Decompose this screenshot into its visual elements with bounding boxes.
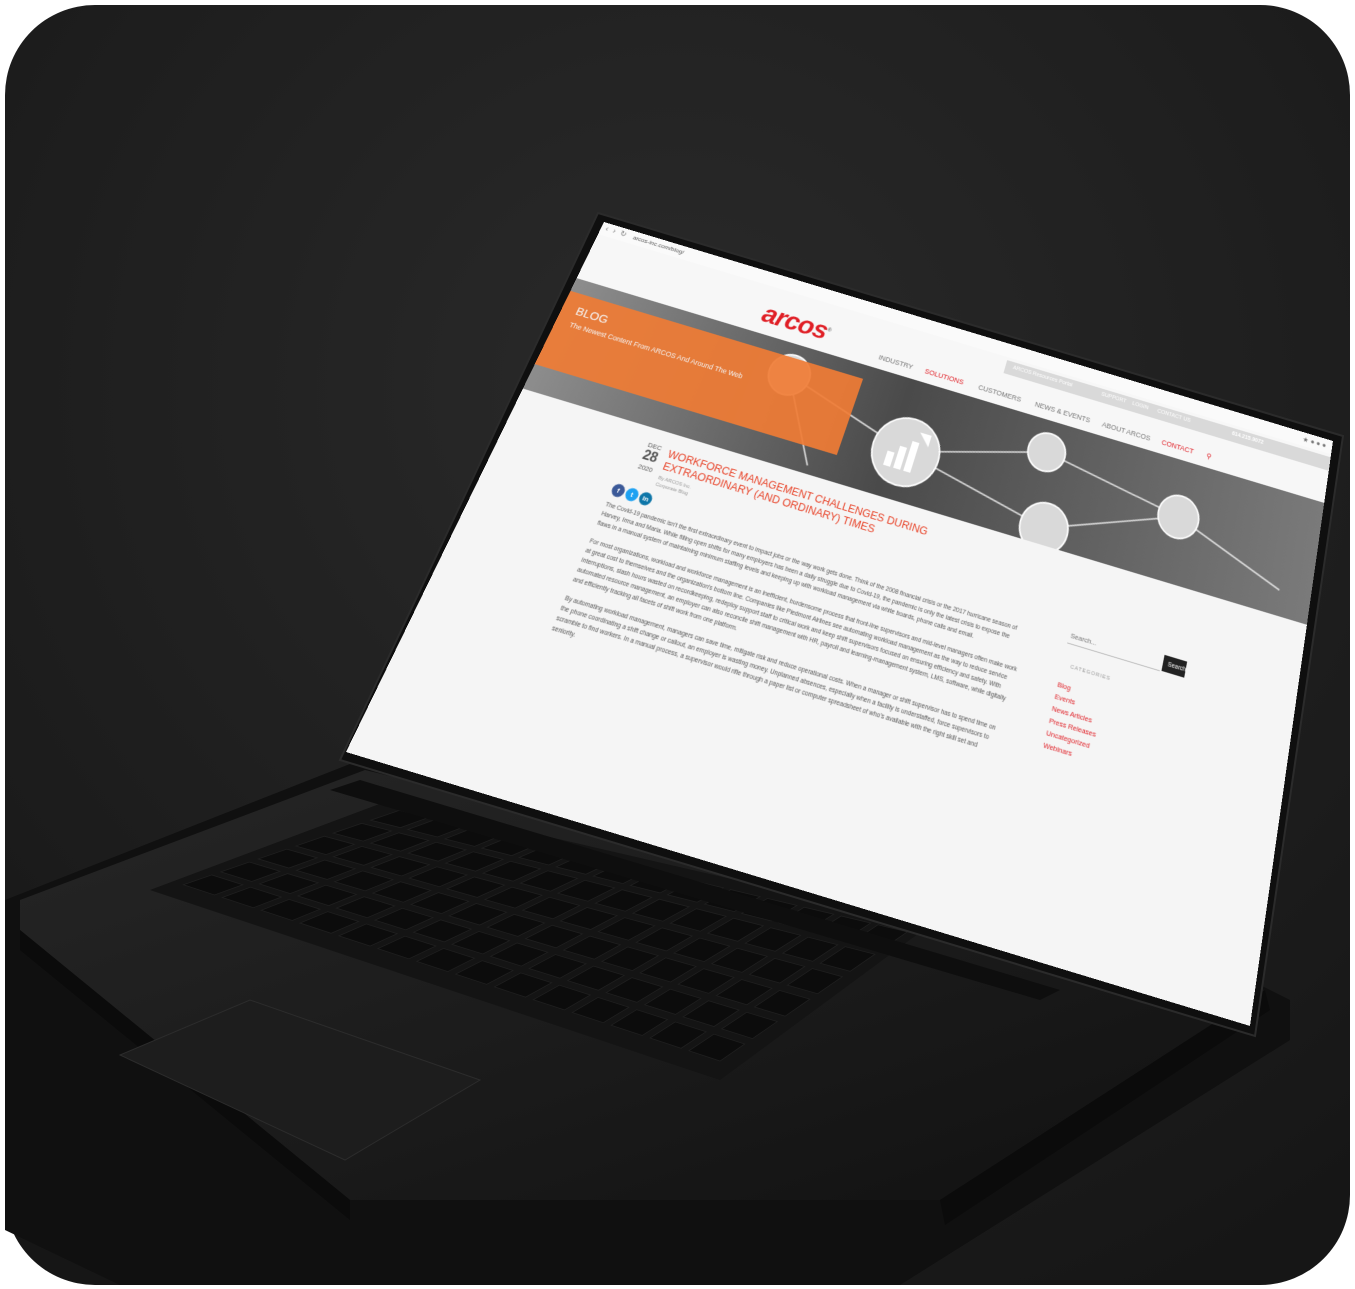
support-link[interactable]: SUPPORT <box>1101 392 1127 405</box>
menu-item-solutions[interactable]: SOLUTIONS <box>924 367 965 386</box>
categories-heading: CATEGORIES <box>1069 664 1111 683</box>
search-icon[interactable]: ⚲ <box>1206 452 1212 462</box>
post-date: DEC 28 2020 <box>622 437 663 474</box>
menu-item-industry[interactable]: INDUSTRY <box>878 353 915 371</box>
laptop-node-icon <box>1024 428 1070 476</box>
categories-list: Blog Events News Articles Press Releases… <box>1042 678 1105 765</box>
back-icon[interactable]: ‹ <box>604 225 610 233</box>
search-input[interactable] <box>1067 626 1163 672</box>
phone-number[interactable]: 614.215.9072 <box>1231 431 1264 446</box>
search-button[interactable]: Search <box>1161 654 1188 678</box>
blog-sidebar: Search CATEGORIES Blog Events News Artic… <box>1042 626 1200 758</box>
contact-us-link[interactable]: CONTACT US <box>1157 408 1191 423</box>
menu-item-contact[interactable]: CONTACT <box>1161 438 1194 455</box>
reload-icon[interactable]: ↻ <box>618 230 628 239</box>
login-link[interactable]: LOGIN <box>1132 401 1149 411</box>
laptop-scene: ‹ › ↻ arcos-inc.com/blog/ ★ ● ● ● arcos®… <box>0 0 1355 1289</box>
forward-icon[interactable]: › <box>611 228 617 236</box>
linkedin-icon[interactable]: in <box>636 490 655 507</box>
lightbulb-node-icon <box>1154 490 1202 543</box>
